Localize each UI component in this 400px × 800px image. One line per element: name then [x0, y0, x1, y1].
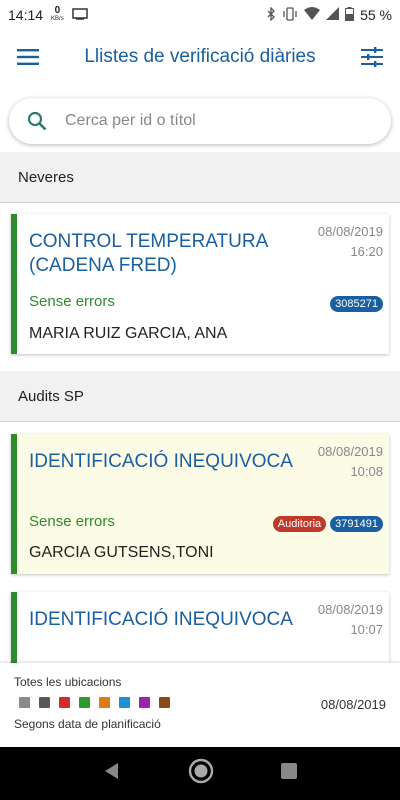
card-title: IDENTIFICACIÓ INEQUIVOCA — [29, 451, 293, 472]
color-swatch[interactable] — [39, 697, 50, 708]
color-swatch[interactable] — [59, 697, 70, 708]
search-placeholder: Cerca per id o títol — [65, 112, 196, 129]
signal-icon — [326, 7, 340, 23]
card-datetime: 08/08/2019 10:07 — [317, 602, 383, 637]
audit-badge: Auditoria — [272, 516, 327, 532]
id-badge: 3791491 — [330, 516, 383, 532]
color-swatch[interactable] — [159, 697, 170, 708]
card-badges: Auditoria 3791491 — [272, 516, 383, 532]
card-status: Sense errors — [29, 293, 115, 310]
network-speed: 0 KB/s — [51, 5, 64, 23]
id-badge: 3085271 — [330, 296, 383, 312]
footer-date: 08/08/2019 — [320, 697, 386, 712]
system-navigation-bar — [0, 747, 400, 800]
section-header: Audits SP — [0, 371, 400, 421]
color-filter-swatches[interactable] — [19, 697, 170, 708]
screen-cast-icon — [71, 7, 88, 23]
location-filter-label: Totes les ubicacions — [14, 675, 122, 689]
search-icon — [9, 111, 65, 131]
checklist-card[interactable]: IDENTIFICACIÓ INEQUIVOCA 08/08/2019 10:0… — [11, 434, 389, 574]
search-input[interactable]: Cerca per id o títol — [9, 98, 391, 144]
card-title: CONTROL TEMPERATURA (CADENA FRED) — [29, 231, 268, 276]
app-bar: Llistes de verificació diàries — [0, 30, 400, 84]
status-bar: 14:14 0 KB/s 55 % — [0, 0, 400, 30]
card-title: IDENTIFICACIÓ INEQUIVOCA — [29, 609, 293, 630]
card-person: MARIA RUIZ GARCIA, ANA — [29, 325, 228, 342]
color-swatch[interactable] — [99, 697, 110, 708]
bluetooth-icon — [266, 5, 276, 24]
wifi-icon — [304, 7, 321, 23]
search-area: Cerca per id o títol — [0, 84, 400, 152]
card-datetime: 08/08/2019 16:20 — [317, 224, 383, 259]
tune-sliders-icon[interactable] — [344, 30, 400, 84]
section-header: Neveres — [0, 152, 400, 202]
vibrate-icon — [282, 6, 298, 24]
color-swatch[interactable] — [79, 697, 90, 708]
card-datetime: 08/08/2019 10:08 — [317, 444, 383, 479]
battery-percent: 55 % — [360, 7, 392, 23]
back-icon[interactable] — [103, 762, 121, 785]
filter-footer[interactable]: Totes les ubicacions 08/08/2019 Segons d… — [0, 663, 400, 747]
card-person: GARCIA GUTSENS,TONI — [29, 544, 214, 561]
checklist-card[interactable]: CONTROL TEMPERATURA (CADENA FRED) 08/08/… — [11, 214, 389, 354]
color-swatch[interactable] — [19, 697, 30, 708]
color-swatch[interactable] — [139, 697, 150, 708]
sort-label: Segons data de planificació — [14, 717, 161, 731]
status-time: 14:14 — [8, 7, 44, 23]
recents-icon[interactable] — [280, 763, 297, 784]
card-badges: 3085271 — [330, 296, 383, 312]
color-swatch[interactable] — [119, 697, 130, 708]
home-icon[interactable] — [188, 758, 214, 789]
card-status: Sense errors — [29, 513, 115, 530]
page-title: Llistes de verificació diàries — [84, 46, 316, 67]
hamburger-menu-icon[interactable] — [0, 30, 56, 84]
battery-icon — [345, 6, 355, 24]
